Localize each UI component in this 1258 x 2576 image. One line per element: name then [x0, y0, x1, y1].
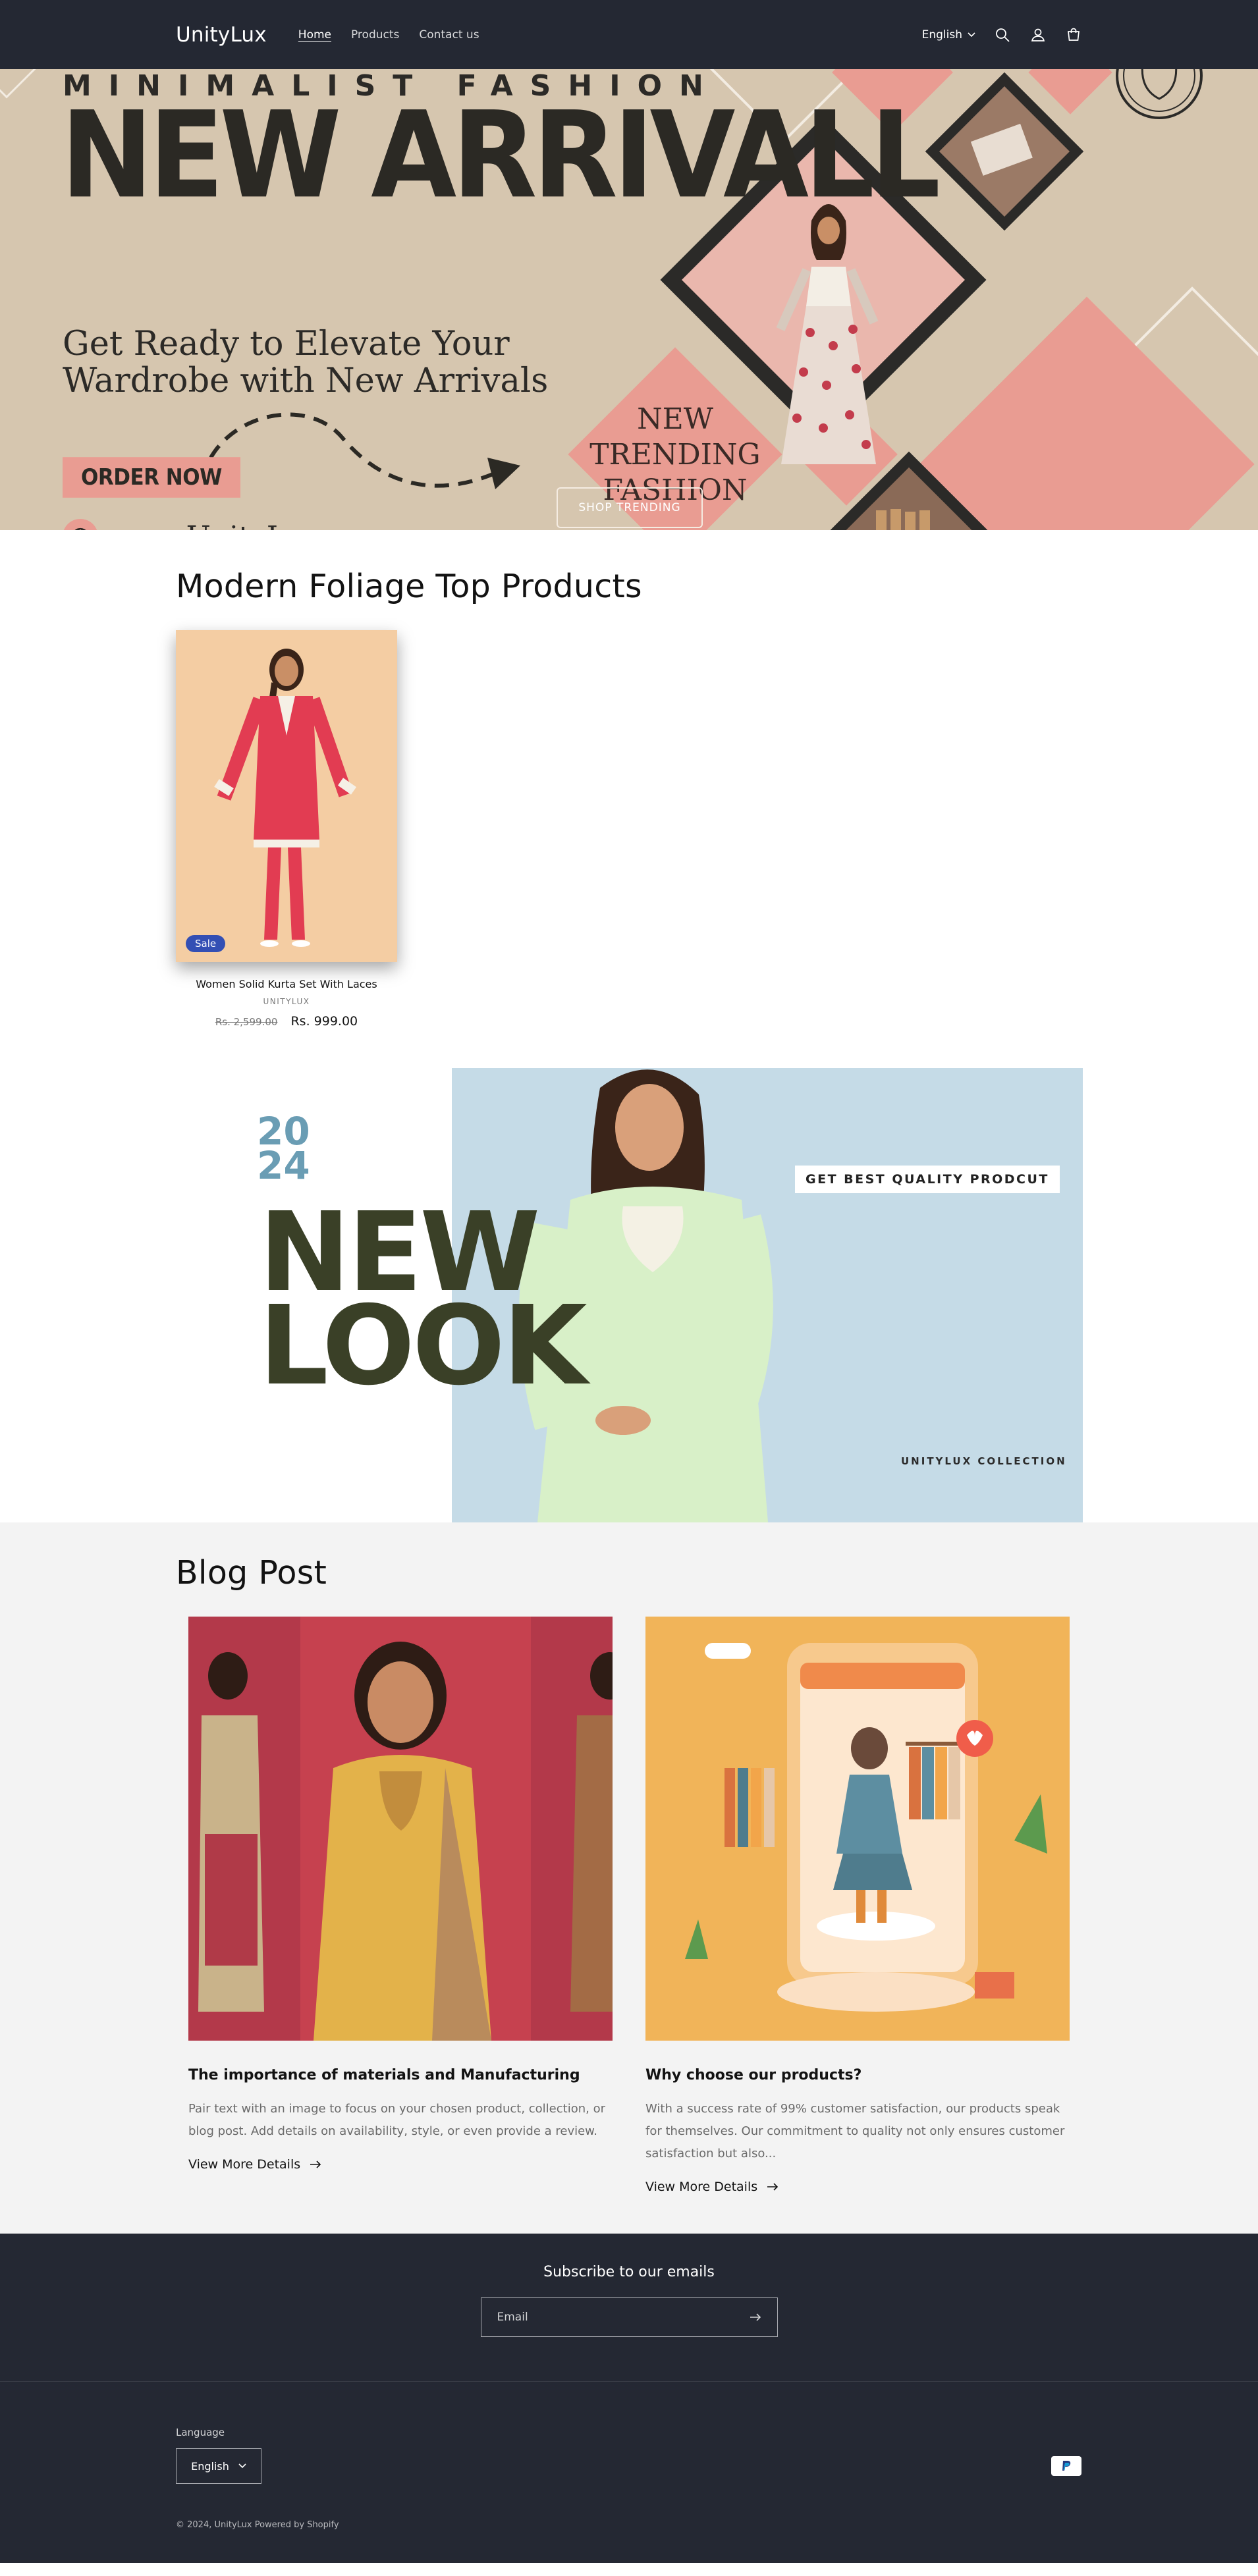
banner-year: 20 24	[257, 1112, 310, 1188]
shop-trending-button[interactable]: SHOP TRENDING	[557, 487, 703, 528]
product-card[interactable]: Sale Women Solid Kurta Set With Laces UN…	[176, 630, 397, 1029]
paypal-icon	[1051, 2456, 1081, 2476]
newsletter-heading: Subscribe to our emails	[543, 2264, 715, 2280]
nav-products[interactable]: Products	[351, 28, 399, 41]
hero-subtitle: Get Ready to Elevate Your Wardrobe with …	[63, 325, 549, 400]
blog-photo-saree	[188, 1617, 613, 2041]
product-image[interactable]: Sale	[176, 630, 397, 962]
banner-line-look: LOOK	[259, 1283, 588, 1410]
nav-contact[interactable]: Contact us	[419, 28, 479, 41]
language-selector[interactable]: English	[922, 28, 975, 41]
product-vendor: UNITYLUX	[263, 997, 310, 1006]
globe-icon	[63, 519, 98, 530]
hero-website: www.UnityLux.com	[63, 519, 391, 530]
arrow-right-icon	[310, 2160, 321, 2168]
blog-post-title[interactable]: Why choose our products?	[645, 2067, 1070, 2083]
blog-link-label: View More Details	[645, 2180, 758, 2194]
hero-url-text: www.UnityLux.com	[106, 520, 391, 531]
blog-card[interactable]: Why choose our products? With a success …	[645, 1617, 1070, 2194]
product-photo	[176, 630, 397, 962]
blog-image[interactable]	[645, 1617, 1070, 2041]
blog-section: Blog Post The importance of materials an…	[0, 1522, 1258, 2234]
blog-grid: The importance of materials and Manufact…	[176, 1617, 1082, 2194]
banner-headline: NEW LOOK	[259, 1198, 588, 1410]
view-more-details-link[interactable]: View More Details	[645, 2180, 779, 2194]
header-actions: English	[922, 26, 1082, 43]
banner-year-bottom: 24	[257, 1143, 310, 1188]
blog-post-excerpt: With a success rate of 99% customer sati…	[645, 2102, 1065, 2160]
product-old-price: Rs. 2,599.00	[215, 1016, 278, 1028]
blog-section-title: Blog Post	[176, 1554, 327, 1592]
email-placeholder: Email	[497, 2311, 528, 2324]
newsletter-section: Subscribe to our emails Email	[0, 2234, 1258, 2382]
featured-products: Modern Foliage Top Products Sale Women S…	[0, 530, 1258, 1068]
arrow-right-icon[interactable]	[750, 2313, 761, 2321]
email-input[interactable]: Email	[480, 2297, 778, 2337]
cart-icon[interactable]	[1065, 26, 1082, 43]
banner-quality-tag: GET BEST QUALITY PRODCUT	[795, 1166, 1060, 1193]
blog-link-label: View More Details	[188, 2157, 301, 2172]
search-icon[interactable]	[994, 26, 1011, 43]
hero-banner[interactable]: MINIMALIST FASHION NEW ARRIVALL Get Read…	[0, 69, 1258, 530]
products-section-title: Modern Foliage Top Products	[176, 568, 642, 605]
footer-language-selector[interactable]: English	[176, 2448, 261, 2484]
site-header: UnityLux Home Products Contact us Englis…	[0, 0, 1258, 69]
footer-language-label: Language	[176, 2427, 225, 2438]
blog-image[interactable]	[188, 1617, 613, 2041]
banner-collection: UNITYLUX COLLECTION	[901, 1455, 1067, 1467]
product-price: Rs. 2,599.00 Rs. 999.00	[176, 1014, 397, 1029]
hero-title: NEW ARRIVALL	[61, 85, 941, 225]
sale-badge: Sale	[186, 935, 226, 952]
account-icon[interactable]	[1029, 26, 1047, 43]
blog-post-excerpt: Pair text with an image to focus on your…	[188, 2102, 605, 2138]
nav-home[interactable]: Home	[298, 28, 331, 41]
chevron-down-icon	[238, 2463, 246, 2469]
product-sale-price: Rs. 999.00	[290, 1014, 358, 1029]
language-label: English	[921, 28, 962, 41]
site-logo[interactable]: UnityLux	[176, 23, 267, 47]
view-more-details-link[interactable]: View More Details	[188, 2157, 321, 2172]
copyright-text: © 2024, UnityLux Powered by Shopify	[176, 2520, 339, 2530]
site-footer: Language English © 2024, UnityLux Powere…	[0, 2382, 1258, 2563]
arrow-right-icon	[767, 2183, 779, 2191]
blog-card[interactable]: The importance of materials and Manufact…	[188, 1617, 613, 2194]
order-now-button[interactable]: ORDER NOW	[63, 457, 240, 498]
blog-post-title[interactable]: The importance of materials and Manufact…	[188, 2067, 613, 2083]
product-name[interactable]: Women Solid Kurta Set With Laces	[176, 978, 397, 990]
chevron-down-icon	[968, 32, 975, 37]
footer-language-value: English	[191, 2459, 229, 2473]
blog-photo-shopping	[645, 1617, 1070, 2041]
main-nav: Home Products Contact us	[298, 28, 922, 41]
new-look-banner[interactable]: 20 24 NEW LOOK GET BEST QUALITY PRODCUT …	[0, 1068, 1258, 1522]
